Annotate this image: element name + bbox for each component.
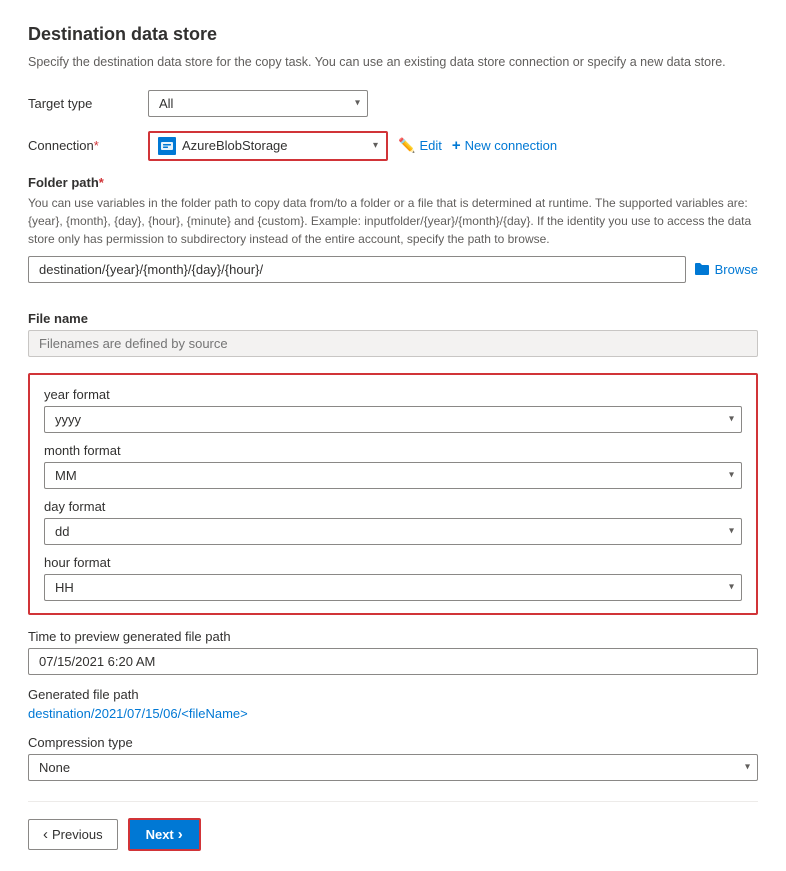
connection-controls: AzureBlobStorage ▾ ✏️ Edit + New connect… <box>148 131 557 161</box>
browse-button[interactable]: Browse <box>694 261 758 277</box>
connection-dropdown[interactable]: AzureBlobStorage ▾ <box>148 131 388 161</box>
file-name-input <box>28 330 758 357</box>
generated-path-section: Generated file path destination/2021/07/… <box>28 687 758 721</box>
year-format-select-wrapper: yyyy ▾ <box>44 406 742 433</box>
day-format-select-wrapper: dd ▾ <box>44 518 742 545</box>
compression-select[interactable]: None <box>28 754 758 781</box>
month-format-row: month format MM ▾ <box>44 443 742 489</box>
pencil-icon: ✏️ <box>398 137 415 154</box>
file-name-label: File name <box>28 311 758 326</box>
chevron-left-icon: ‹ <box>43 826 48 843</box>
day-format-label: day format <box>44 499 742 514</box>
time-preview-input[interactable] <box>28 648 758 675</box>
compression-label: Compression type <box>28 735 758 750</box>
page-container: Destination data store Specify the desti… <box>0 0 786 871</box>
year-format-select[interactable]: yyyy <box>44 406 742 433</box>
generated-path-label: Generated file path <box>28 687 758 702</box>
hour-format-select[interactable]: HH <box>44 574 742 601</box>
target-type-row: Target type All ▾ <box>28 90 758 117</box>
folder-icon <box>694 261 710 277</box>
connection-label: Connection* <box>28 138 148 153</box>
folder-path-description: You can use variables in the folder path… <box>28 194 758 248</box>
connection-chevron-icon: ▾ <box>373 140 378 151</box>
chevron-right-icon: › <box>178 826 183 843</box>
hour-format-row: hour format HH ▾ <box>44 555 742 601</box>
edit-link[interactable]: ✏️ Edit <box>398 137 442 154</box>
day-format-select[interactable]: dd <box>44 518 742 545</box>
target-type-select-wrapper: All ▾ <box>148 90 368 117</box>
page-title: Destination data store <box>28 24 758 45</box>
time-preview-label: Time to preview generated file path <box>28 629 758 644</box>
hour-format-label: hour format <box>44 555 742 570</box>
next-button[interactable]: Next › <box>128 818 201 851</box>
year-format-label: year format <box>44 387 742 402</box>
compression-select-wrapper: None ▾ <box>28 754 758 781</box>
month-format-select[interactable]: MM <box>44 462 742 489</box>
folder-path-section: Folder path* You can use variables in th… <box>28 175 758 297</box>
connection-row: Connection* AzureBlobStorage ▾ ✏️ Edit <box>28 131 758 161</box>
hour-format-select-wrapper: HH ▾ <box>44 574 742 601</box>
compression-section: Compression type None ▾ <box>28 735 758 781</box>
month-format-label: month format <box>44 443 742 458</box>
new-connection-link[interactable]: + New connection <box>452 137 557 154</box>
plus-icon: + <box>452 137 461 154</box>
year-format-row: year format yyyy ▾ <box>44 387 742 433</box>
previous-button[interactable]: ‹ Previous <box>28 819 118 850</box>
target-type-select[interactable]: All <box>148 90 368 117</box>
month-format-select-wrapper: MM ▾ <box>44 462 742 489</box>
folder-path-label: Folder path* <box>28 175 758 190</box>
connection-value: AzureBlobStorage <box>182 138 367 153</box>
day-format-row: day format dd ▾ <box>44 499 742 545</box>
time-preview-section: Time to preview generated file path <box>28 629 758 675</box>
generated-path-value: destination/2021/07/15/06/<fileName> <box>28 706 248 721</box>
folder-path-input[interactable] <box>28 256 686 283</box>
folder-path-input-row: Browse <box>28 256 758 283</box>
page-subtitle: Specify the destination data store for t… <box>28 53 758 72</box>
target-type-label: Target type <box>28 96 148 111</box>
blob-storage-icon <box>158 137 176 155</box>
file-name-section: File name <box>28 311 758 357</box>
format-variables-box: year format yyyy ▾ month format MM ▾ day… <box>28 373 758 615</box>
